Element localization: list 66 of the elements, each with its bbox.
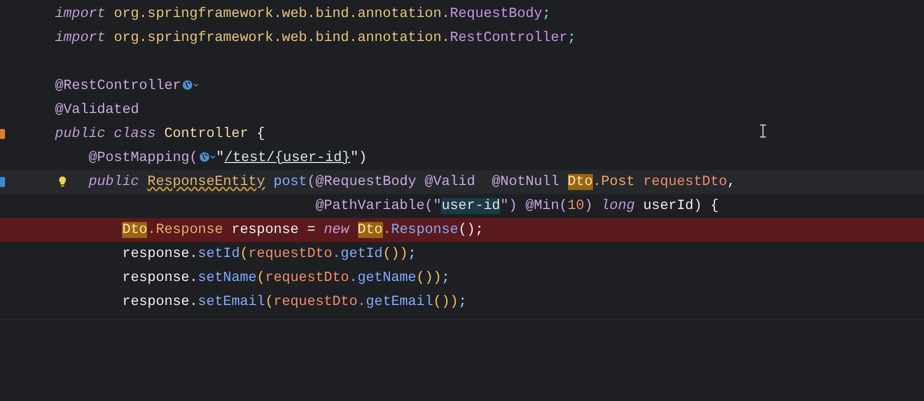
code-parameter: requestDto [248, 246, 332, 262]
code-punctuation: ; [442, 270, 450, 286]
code-parenthesis: ( [265, 294, 274, 310]
code-text: (); [458, 222, 484, 238]
code-parenthesis: ( [256, 270, 266, 286]
code-method: .getName [349, 270, 416, 286]
lightbulb-icon[interactable] [58, 176, 67, 187]
search-match: Dto [568, 174, 593, 190]
code-keyword: long [601, 198, 635, 214]
code-method: setId [198, 246, 240, 262]
globe-icon[interactable] [198, 151, 216, 163]
code-parenthesis: ()) [416, 270, 442, 286]
code-package: org.springframework.web.bind.annotation. [114, 6, 450, 22]
code-punctuation: ; [408, 246, 416, 262]
code-annotation: @RestController [55, 78, 182, 94]
code-method: setName [198, 270, 257, 286]
text-cursor-icon [759, 124, 767, 138]
code-class-name: RestController [450, 30, 568, 46]
code-keyword: public class [55, 126, 157, 142]
code-method: .Response [382, 222, 458, 238]
code-parenthesis: ( [240, 246, 248, 262]
code-method: post [273, 174, 308, 190]
code-text: response. [122, 270, 198, 286]
code-parenthesis: ()) [433, 294, 458, 310]
code-method: .getId [332, 246, 383, 262]
code-parameter: requestDto [265, 270, 350, 286]
code-text: , [727, 174, 736, 190]
code-keyword: import [55, 6, 106, 22]
search-match: Dto [122, 222, 148, 238]
code-text: response = [231, 222, 316, 238]
code-parameter: requestDto [273, 294, 358, 310]
code-text: { [256, 126, 266, 142]
code-text: " [216, 150, 224, 166]
code-parenthesis: ()) [382, 246, 408, 262]
code-keyword: public [88, 174, 140, 190]
code-type: .Response [147, 222, 224, 238]
code-annotation: ") @Min( [500, 198, 568, 214]
code-method: .getEmail [357, 294, 434, 310]
code-package: org.springframework.web.bind.annotation. [114, 30, 450, 46]
code-method: setEmail [198, 294, 266, 310]
code-parameter: requestDto [643, 174, 728, 190]
code-class-name: Controller [164, 126, 248, 142]
code-annotation: @PathVariable(" [315, 198, 442, 214]
code-type: .Post [592, 174, 635, 190]
code-punctuation: ; [458, 294, 467, 310]
code-punctuation: ; [568, 30, 576, 46]
code-keyword: new [324, 222, 351, 238]
code-text: response. [122, 246, 198, 262]
gutter-marker-icon[interactable] [0, 177, 5, 187]
code-text: response. [122, 294, 198, 310]
search-match: Dto [358, 222, 383, 238]
gutter-marker-icon[interactable] [0, 129, 5, 139]
globe-icon[interactable] [182, 79, 200, 91]
code-text: userId) { [643, 198, 719, 214]
code-annotation: @Validated [55, 102, 140, 118]
string-highlight: user-id [441, 198, 500, 214]
code-class-name: RequestBody [450, 6, 542, 22]
code-text: ") [350, 150, 368, 166]
code-annotation: @PostMapping( [88, 150, 198, 166]
code-annotation: (@RequestBody @Valid @NotNull [307, 174, 560, 190]
code-type-warning: ResponseEntity [147, 174, 266, 190]
url-link[interactable]: /test/{user-id} [224, 150, 350, 166]
code-annotation: ) [584, 198, 594, 214]
code-punctuation: ; [542, 6, 551, 22]
code-number: 10 [568, 198, 584, 214]
code-keyword: import [55, 30, 106, 46]
